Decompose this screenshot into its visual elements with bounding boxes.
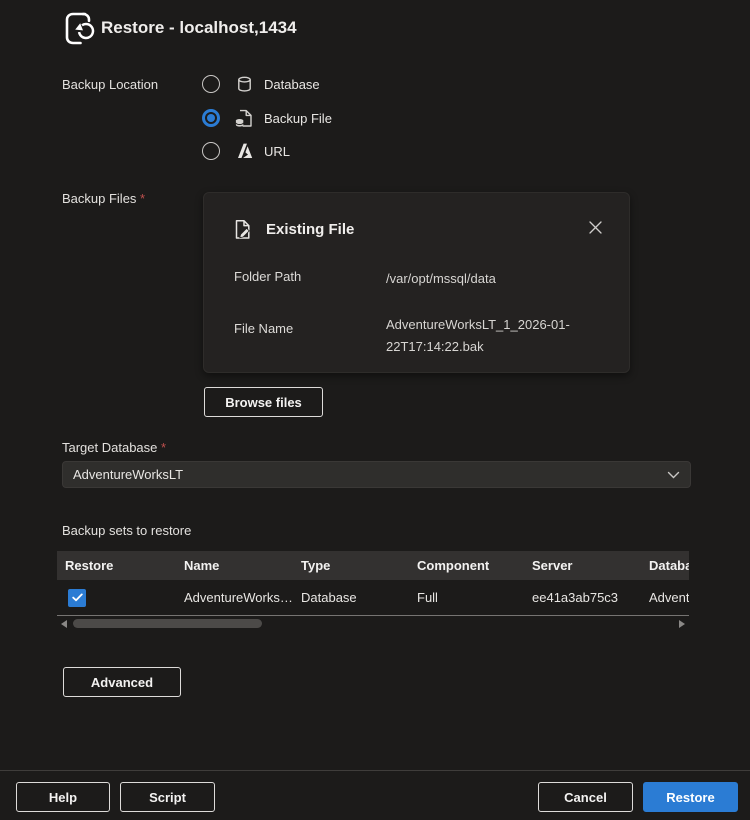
- target-database-label: Target Database *: [62, 440, 166, 455]
- radio-button[interactable]: [202, 142, 220, 160]
- table-row[interactable]: AdventureWorks… Database Full ee41a3ab75…: [57, 580, 689, 615]
- required-marker: *: [140, 191, 145, 206]
- target-database-select[interactable]: AdventureWorksLT: [62, 461, 691, 488]
- backup-location-label: Backup Location: [62, 77, 158, 92]
- file-name-label: File Name: [234, 321, 293, 336]
- radio-button-selected[interactable]: [202, 109, 220, 127]
- scroll-left-icon[interactable]: [61, 620, 67, 628]
- azure-url-icon: [233, 141, 255, 161]
- restore-database-icon: [60, 8, 100, 50]
- cancel-button[interactable]: Cancel: [538, 782, 633, 812]
- required-marker: *: [161, 440, 166, 455]
- backup-sets-label: Backup sets to restore: [62, 523, 191, 538]
- column-header-name[interactable]: Name: [176, 558, 293, 573]
- column-header-component[interactable]: Component: [409, 558, 524, 573]
- chevron-down-icon: [667, 471, 680, 479]
- existing-file-card: Existing File Folder Path /var/opt/mssql…: [203, 192, 630, 373]
- table-header-row: Restore Name Type Component Server Datab…: [57, 551, 689, 580]
- scrollbar-thumb[interactable]: [73, 619, 262, 628]
- restore-button[interactable]: Restore: [643, 782, 738, 812]
- cell-name: AdventureWorks…: [176, 590, 293, 605]
- backup-files-label: Backup Files *: [62, 191, 145, 206]
- radio-label: Backup File: [264, 111, 332, 126]
- help-button[interactable]: Help: [16, 782, 110, 812]
- restore-checkbox-checked[interactable]: [68, 589, 86, 607]
- column-header-server[interactable]: Server: [524, 558, 641, 573]
- folder-path-label: Folder Path: [234, 269, 301, 284]
- cell-server: ee41a3ab75c3: [524, 590, 641, 605]
- radio-label: URL: [264, 144, 290, 159]
- browse-files-button[interactable]: Browse files: [204, 387, 323, 417]
- database-icon: [233, 75, 255, 94]
- folder-path-value: /var/opt/mssql/data: [386, 268, 496, 290]
- card-title: Existing File: [266, 221, 354, 238]
- horizontal-scrollbar[interactable]: [57, 615, 689, 631]
- edit-file-icon: [231, 218, 254, 241]
- target-database-value: AdventureWorksLT: [73, 467, 183, 482]
- radio-option-url[interactable]: URL: [202, 141, 290, 161]
- cell-type: Database: [293, 590, 409, 605]
- column-header-database[interactable]: Database: [641, 558, 689, 573]
- backup-sets-table: Restore Name Type Component Server Datab…: [57, 551, 689, 631]
- cell-database: AdventureWorksLT: [641, 590, 689, 605]
- backup-file-icon: [233, 108, 255, 129]
- radio-label: Database: [264, 77, 320, 92]
- advanced-button[interactable]: Advanced: [63, 667, 181, 697]
- close-icon[interactable]: [588, 220, 603, 235]
- check-icon: [72, 593, 83, 602]
- column-header-type[interactable]: Type: [293, 558, 409, 573]
- radio-button[interactable]: [202, 75, 220, 93]
- restore-dialog: Restore - localhost,1434 Backup Location…: [0, 0, 750, 820]
- cell-component: Full: [409, 590, 524, 605]
- scroll-right-icon[interactable]: [679, 620, 685, 628]
- script-button[interactable]: Script: [120, 782, 215, 812]
- page-title: Restore - localhost,1434: [101, 18, 297, 38]
- radio-option-backup-file[interactable]: Backup File: [202, 108, 332, 128]
- file-name-value: AdventureWorksLT_1_2026-01-22T17:14:22.b…: [386, 314, 586, 358]
- footer-divider: [0, 770, 750, 771]
- radio-option-database[interactable]: Database: [202, 74, 320, 94]
- column-header-restore[interactable]: Restore: [57, 558, 176, 573]
